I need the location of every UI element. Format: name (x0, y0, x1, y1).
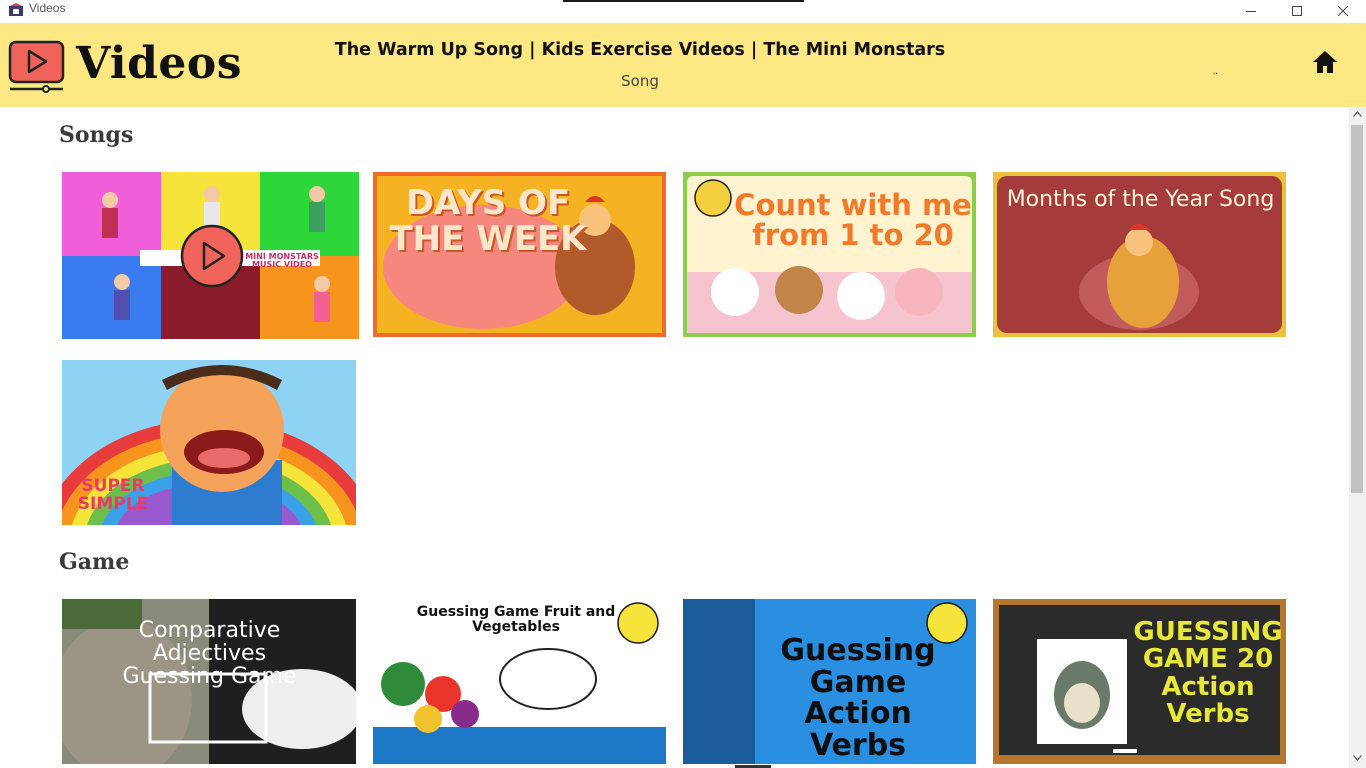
close-icon (1337, 5, 1349, 17)
video-thumbnail[interactable]: Comparative Adjectives Guessing Game (62, 599, 356, 764)
video-caption: Guessing Game Fruit and Vegetables (416, 604, 616, 635)
video-logo-icon (8, 40, 65, 93)
scroll-down-icon[interactable] (1353, 755, 1362, 761)
video-caption: GUESSING GAME 20 Action Verbs (1133, 617, 1283, 729)
section-title-songs: Songs (59, 122, 134, 148)
home-icon (1313, 51, 1337, 73)
video-caption: Months of the Year Song (1006, 187, 1275, 212)
minimize-button[interactable] (1228, 0, 1274, 22)
video-caption: Comparative Adjectives Guessing Game (122, 618, 297, 690)
more-dots: .. (1213, 66, 1218, 77)
video-caption: DAYS OF THE WEEK (389, 183, 587, 259)
video-thumbnail[interactable]: Guessing Game Fruit and Vegetables (373, 599, 666, 764)
minimize-icon (1246, 11, 1256, 12)
video-caption: MINI MONSTARS MUSIC VIDEO (245, 252, 319, 270)
vertical-scrollbar[interactable] (1349, 107, 1366, 768)
video-thumbnail[interactable]: DAYS OF THE WEEK (373, 172, 666, 337)
section-title-game: Game (59, 549, 130, 575)
video-thumbnail[interactable]: Count with me from 1 to 20 (683, 172, 976, 337)
video-thumbnail[interactable]: SUPER SIMPLE (62, 360, 356, 525)
maximize-button[interactable] (1274, 0, 1320, 22)
app-icon (9, 3, 23, 16)
scrollbar-thumb[interactable] (1351, 125, 1363, 493)
now-playing-category: Song (621, 72, 659, 90)
now-playing-title: The Warm Up Song | Kids Exercise Videos … (334, 40, 946, 60)
video-caption: SUPER SIMPLE (77, 476, 149, 514)
video-thumbnail[interactable]: Months of the Year Song (993, 172, 1286, 337)
maximize-icon (1292, 6, 1302, 16)
video-caption: Guessing Game Action Verbs (780, 633, 936, 763)
home-button[interactable] (1311, 49, 1339, 75)
scroll-up-icon[interactable] (1353, 111, 1362, 117)
video-caption: Count with me from 1 to 20 (734, 188, 972, 253)
app-name: Videos (76, 38, 242, 89)
window-titlebar: Videos (0, 0, 1366, 23)
app-header: Videos The Warm Up Song | Kids Exercise … (0, 23, 1366, 107)
title-drag-indicator (563, 0, 804, 2)
close-button[interactable] (1320, 0, 1366, 22)
video-thumbnail[interactable]: GUESSING GAME 20 Action Verbs (993, 599, 1286, 764)
video-thumbnail[interactable]: Guessing Game Action Verbs (683, 599, 976, 764)
video-thumbnail[interactable]: MINI MONSTARS MUSIC VIDEO (62, 172, 359, 339)
window-title: Videos (29, 1, 66, 15)
